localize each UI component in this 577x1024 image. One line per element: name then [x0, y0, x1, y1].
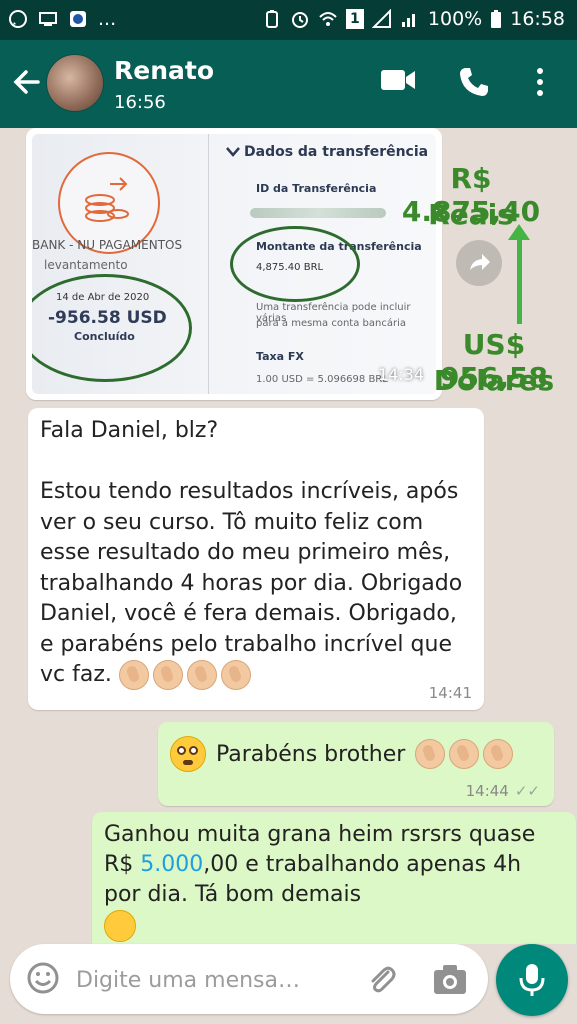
avatar[interactable]: [46, 54, 104, 112]
last-seen: 16:56: [114, 92, 166, 113]
clock: 16:58: [510, 8, 565, 30]
message-body: Fala Daniel, blz? Estou tendo resultados…: [40, 418, 463, 687]
clapping-hands-emoji: [118, 660, 251, 690]
image-message[interactable]: BANK - NU PAGAMENTOS levantamento 14 de …: [26, 128, 442, 400]
microphone-icon: [519, 964, 545, 996]
incoming-message[interactable]: Fala Daniel, blz? Estou tendo resultados…: [28, 408, 484, 710]
chevron-down-icon: [226, 147, 240, 157]
attach-icon[interactable]: [364, 962, 400, 998]
battery-level: 100%: [427, 8, 483, 30]
bank-subtitle: levantamento: [44, 258, 128, 272]
transfer-id-label: ID da Transferência: [256, 182, 377, 195]
message-composer: [10, 944, 488, 1014]
signal-icon-2: [401, 14, 415, 27]
message-text: Parabéns brother: [170, 736, 514, 772]
status-bar: ... 1 100% 16:58: [0, 0, 577, 40]
flushed-face-emoji: [170, 736, 206, 772]
outgoing-message[interactable]: Ganhou muita grana heim rsrsrs quase R$ …: [92, 812, 576, 944]
chat-area[interactable]: BANK - NU PAGAMENTOS levantamento 14 de …: [0, 128, 577, 944]
bank-name: BANK - NU PAGAMENTOS: [32, 238, 183, 252]
details-title: Dados da transferência: [244, 144, 429, 160]
screenshot-divider: [208, 134, 209, 394]
highlight-circle-brl: [230, 226, 360, 302]
wifi-icon: [319, 12, 337, 26]
up-arrow-icon: [517, 238, 522, 324]
camera-icon[interactable]: [432, 962, 468, 996]
chat-header: Renato 16:56: [0, 40, 577, 128]
clap-icon: [152, 660, 183, 690]
fx-value: 1.00 USD = 5.096698 BRL: [256, 374, 388, 385]
message-body: Parabéns brother: [216, 741, 406, 767]
message-text: Ganhou muita grana heim rsrsrs quase R$ …: [104, 820, 540, 942]
back-arrow-icon[interactable]: [12, 66, 40, 98]
note-line-2: para a mesma conta bancária: [256, 318, 406, 329]
monitor-icon: [39, 12, 57, 26]
phone-call-icon[interactable]: [458, 66, 490, 98]
message-time: 14:41: [428, 684, 472, 702]
emoji-icon[interactable]: [26, 961, 60, 995]
sim-indicator: 1: [345, 9, 364, 29]
highlight-circle-usd: [32, 274, 192, 382]
message-text: Fala Daniel, blz? Estou tendo resultados…: [40, 416, 476, 691]
clap-icon: [118, 660, 149, 690]
forward-icon: [470, 254, 490, 270]
clap-icon: [186, 660, 217, 690]
alarm-icon: [291, 12, 308, 28]
message-meta: 14:44 ✓✓: [466, 782, 540, 800]
clap-icon: [483, 739, 514, 769]
contact-name[interactable]: Renato: [114, 56, 214, 85]
blurred-id: [250, 208, 386, 218]
message-input[interactable]: [74, 960, 378, 1000]
whatsapp-icon: [9, 10, 27, 28]
transfer-screenshot[interactable]: BANK - NU PAGAMENTOS levantamento 14 de …: [32, 134, 436, 394]
clap-icon: [220, 660, 251, 690]
battery-icon: [491, 10, 502, 28]
message-time: 14:44: [465, 782, 509, 800]
clap-icon: [449, 739, 480, 769]
fx-label: Taxa FX: [256, 350, 304, 363]
app-icon: [70, 11, 86, 27]
more-options-icon[interactable]: [534, 66, 546, 98]
signal-icon: [371, 9, 391, 28]
brl-unit-annotation: Reais: [428, 198, 514, 231]
amount-link[interactable]: 5.000: [140, 852, 203, 877]
video-call-icon[interactable]: [380, 66, 416, 94]
double-check-icon: ✓✓: [514, 782, 540, 800]
clapping-hands-emoji: [415, 739, 514, 769]
forward-button[interactable]: [456, 240, 502, 286]
outgoing-message[interactable]: Parabéns brother 14:44 ✓✓: [158, 722, 554, 806]
usd-unit-annotation: Dólares: [433, 364, 555, 397]
more-notifications: ...: [98, 8, 117, 30]
clap-icon: [415, 739, 446, 769]
voice-message-button[interactable]: [496, 944, 568, 1016]
grinning-face-emoji: [104, 910, 136, 942]
battery-saver-icon: [265, 10, 278, 28]
